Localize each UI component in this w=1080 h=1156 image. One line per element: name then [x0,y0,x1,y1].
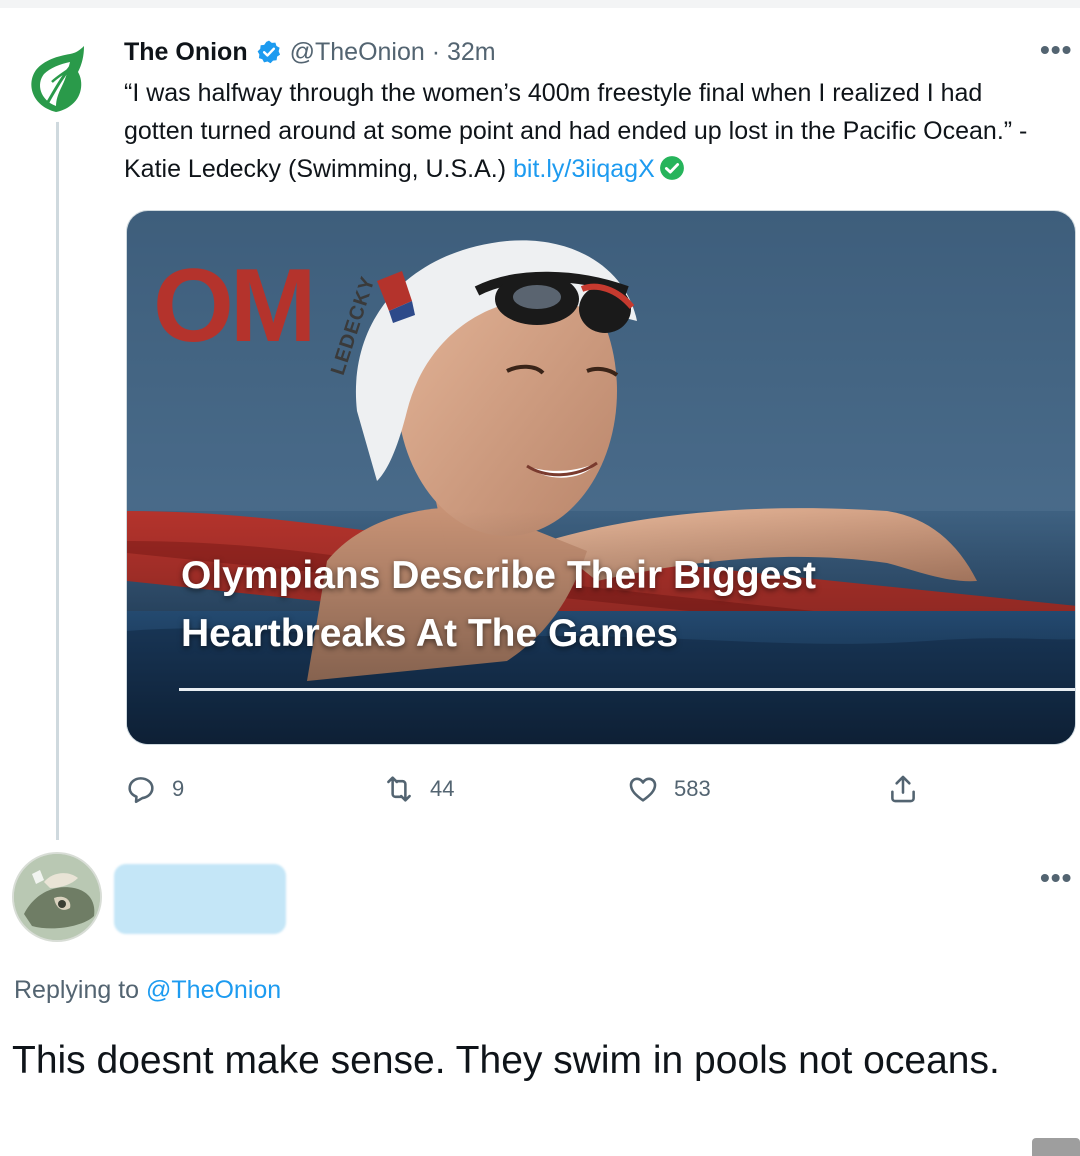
onion-logo-icon [31,46,84,112]
like-action[interactable]: 583 [626,772,711,806]
timestamp: 32m [447,37,496,66]
link-verified-check-icon [659,156,684,180]
verified-badge-icon [257,40,280,64]
reply-user-avatar[interactable] [12,852,102,942]
retweet-icon [387,776,411,802]
retweet-count: 44 [430,776,455,801]
share-icon [891,775,915,803]
tweet-header: The Onion @TheOnion · 32m [124,32,496,72]
reply-action[interactable]: 9 [124,772,184,806]
reply-text: This doesnt make sense. They swim in poo… [12,1039,1000,1082]
redacted-username [114,864,286,934]
separator: · [424,37,447,66]
share-action[interactable] [886,772,920,806]
background-letters: OM [153,248,317,364]
handle: @TheOnion [289,37,425,66]
reply-more-options-icon[interactable]: ••• [1040,862,1072,894]
thread-line [56,120,59,840]
article-media-card[interactable]: OM LEDECKY Olympians Describe Their Bigg… [126,210,1076,745]
replying-prefix: Replying to [14,976,147,1004]
replying-mention[interactable]: @TheOnion [146,976,281,1004]
article-headline[interactable]: Olympians Describe Their Biggest Heartbr… [181,547,1001,663]
twitter-thread: The Onion @TheOnion · 32m ••• “I was hal… [0,0,1080,1156]
retweet-action[interactable]: 44 [382,772,454,806]
reply-count: 9 [172,776,185,801]
avatar-image [14,854,100,940]
heart-icon [629,777,657,802]
corner-tab [1032,1138,1080,1156]
like-count: 583 [674,776,711,801]
tweet-link[interactable]: bit.ly/3iiqagX [513,155,655,183]
replying-to-line: Replying to @TheOnion [14,976,281,1005]
headline-underline [179,688,1075,691]
reply-bubble-icon [128,777,154,804]
more-options-icon[interactable]: ••• [1040,34,1072,66]
display-name[interactable]: The Onion [124,38,248,67]
tweet-text: “I was halfway through the women’s 400m … [124,74,1054,188]
top-divider [0,0,1080,8]
handle-and-time[interactable]: @TheOnion · 32m [290,38,496,67]
the-onion-avatar[interactable] [14,38,98,122]
